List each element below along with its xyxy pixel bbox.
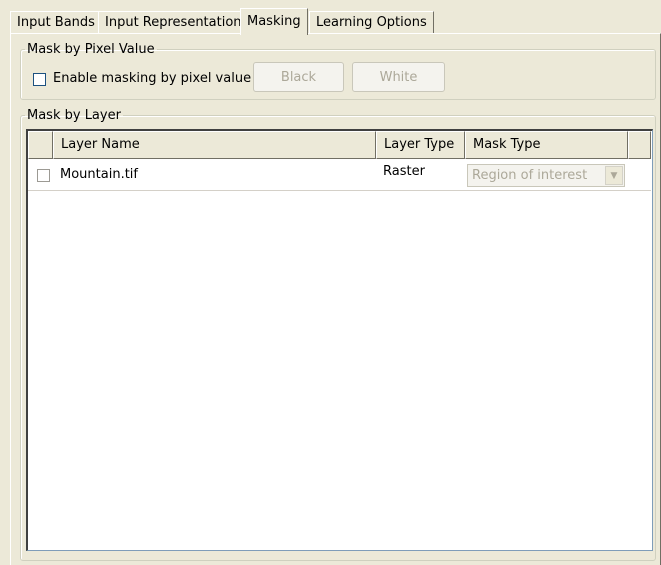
header-layer-type-label: Layer Type [384, 137, 455, 152]
row-layer-type: Raster [383, 164, 425, 179]
tab-learning-options[interactable]: Learning Options [309, 11, 434, 33]
layer-grid: Layer Name Layer Type Mask Type Mountain… [26, 129, 653, 551]
enable-masking-label: Enable masking by pixel value [53, 71, 252, 86]
black-button[interactable]: Black [253, 62, 344, 92]
header-layer-name[interactable]: Layer Name [53, 131, 376, 159]
enable-masking-checkbox[interactable] [33, 73, 46, 86]
header-mask-type-label: Mask Type [473, 137, 541, 152]
mask-by-layer-title: Mask by Layer [27, 108, 121, 123]
tab-input-bands[interactable]: Input Bands [10, 11, 102, 33]
tab-input-representation[interactable]: Input Representation [98, 11, 249, 33]
mask-type-value: Region of interest [472, 168, 588, 183]
chevron-down-icon[interactable]: ▼ [605, 166, 623, 185]
row-layer-name: Mountain.tif [60, 167, 138, 182]
white-button[interactable]: White [352, 62, 445, 92]
header-checkbox-column [28, 131, 53, 159]
mask-by-pixel-value-title: Mask by Pixel Value [27, 42, 155, 57]
tab-masking-label: Masking [247, 14, 301, 29]
tab-masking[interactable]: Masking [240, 8, 308, 35]
header-layer-type[interactable]: Layer Type [376, 131, 465, 159]
row-divider [28, 190, 651, 191]
row-checkbox[interactable] [37, 169, 50, 182]
table-row[interactable]: Mountain.tif Raster Region of interest ▼ [28, 159, 651, 191]
mask-type-dropdown[interactable]: Region of interest ▼ [467, 164, 625, 187]
tab-input-representation-label: Input Representation [105, 15, 242, 30]
header-layer-name-label: Layer Name [61, 137, 140, 152]
tab-input-bands-label: Input Bands [17, 15, 95, 30]
header-mask-type[interactable]: Mask Type [465, 131, 628, 159]
tab-learning-options-label: Learning Options [316, 15, 427, 30]
header-filler [628, 131, 651, 159]
